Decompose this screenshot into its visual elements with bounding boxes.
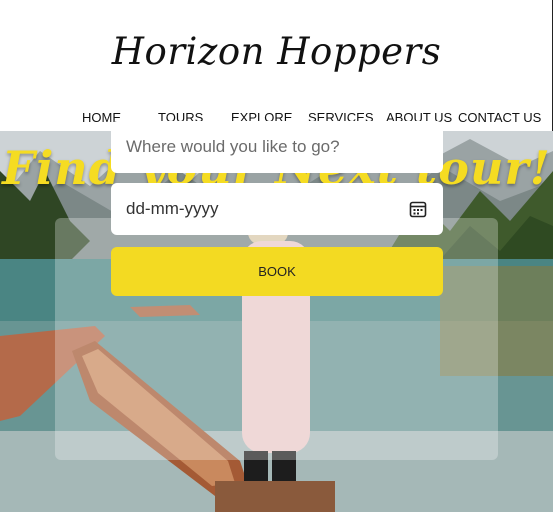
calendar-icon[interactable] (409, 200, 427, 218)
book-button[interactable]: BOOK (111, 247, 443, 296)
site-header: Horizon Hoppers HOME TOURS EXPLORE SERVI… (0, 0, 553, 131)
destination-input[interactable]: Where would you like to go? (111, 121, 443, 173)
nav-contact-us[interactable]: CONTACT US (458, 108, 541, 128)
date-placeholder: dd-mm-yyyy (126, 199, 219, 218)
brand-logo[interactable]: Horizon Hoppers (0, 30, 553, 73)
date-input[interactable]: dd-mm-yyyy (111, 183, 443, 235)
